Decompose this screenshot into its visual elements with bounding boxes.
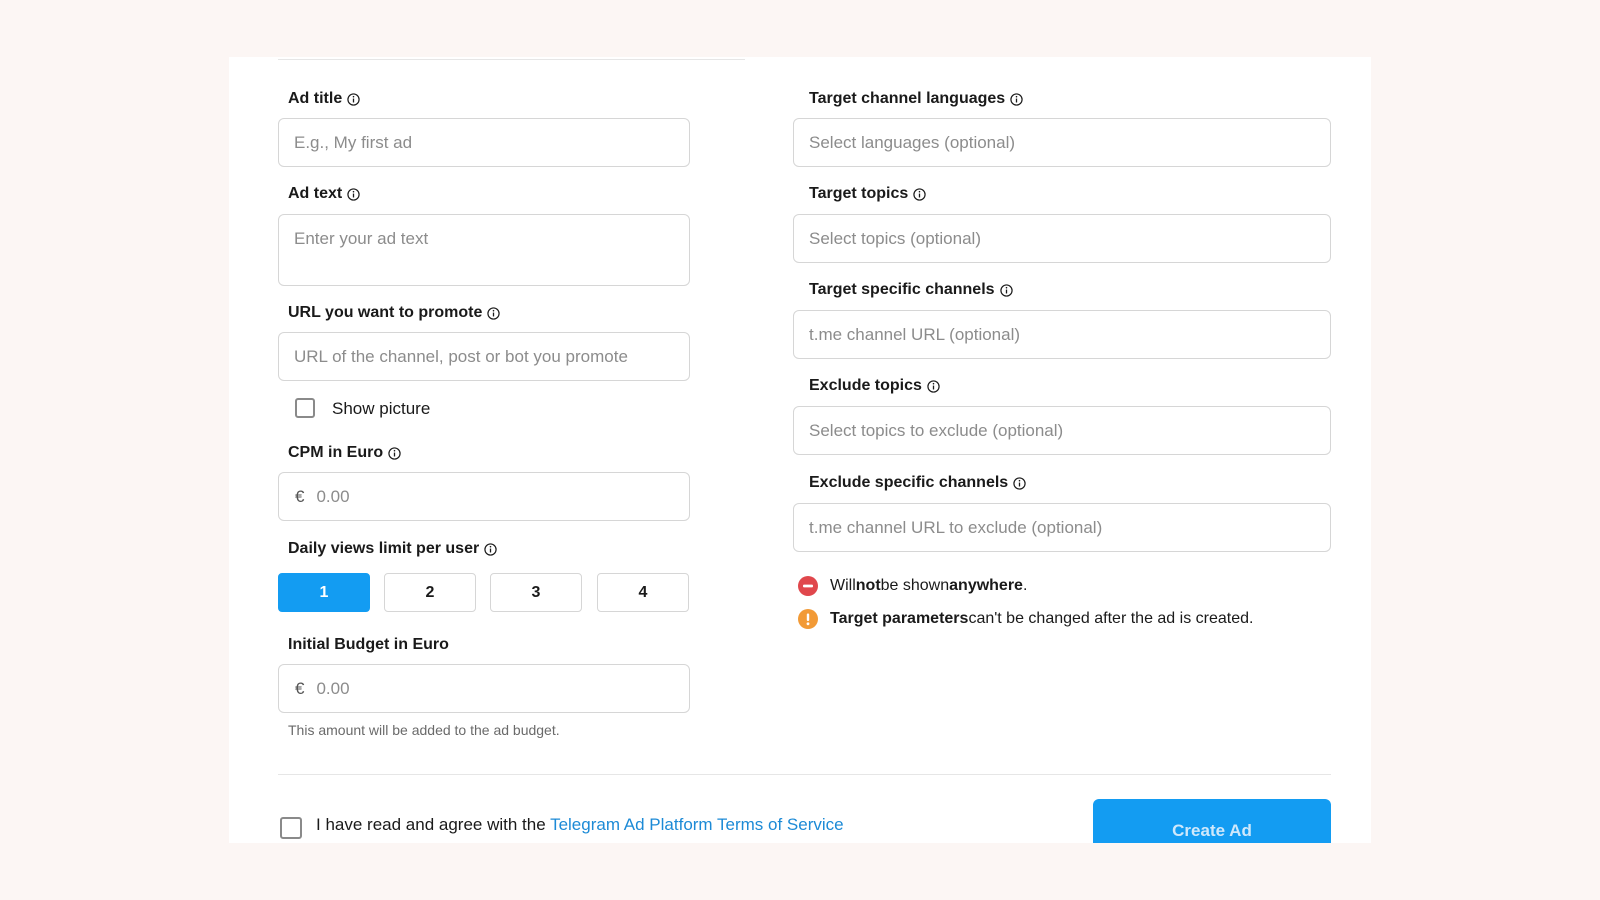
ad-title-label: Ad title (288, 90, 360, 108)
notice-1-part2: not (855, 577, 881, 594)
info-icon[interactable] (484, 542, 497, 556)
channels-label-text: Target specific channels (809, 281, 995, 298)
url-label: URL you want to promote (288, 304, 501, 322)
info-icon[interactable] (927, 379, 940, 393)
create-ad-label: Create Ad (1172, 821, 1252, 840)
tos-text: I have read and agree with the Telegram … (316, 815, 844, 835)
show-picture-label[interactable]: Show picture (332, 399, 430, 419)
top-divider (278, 59, 745, 60)
daily-views-option-4[interactable]: 4 (597, 573, 689, 612)
info-icon[interactable] (1010, 92, 1023, 106)
topics-label: Target topics (809, 185, 926, 203)
daily-views-option-1[interactable]: 1 (278, 573, 370, 612)
ad-text-label-text: Ad text (288, 185, 343, 202)
url-label-text: URL you want to promote (288, 304, 483, 321)
exclude-channels-label-text: Exclude specific channels (809, 474, 1009, 491)
notice-1-part1: Will (830, 577, 856, 594)
create-ad-button[interactable]: Create Ad (1093, 799, 1331, 843)
info-icon[interactable] (999, 283, 1013, 297)
channels-input[interactable] (793, 310, 1331, 359)
cpm-field[interactable]: € (278, 472, 690, 521)
budget-label-text: Initial Budget in Euro (288, 636, 449, 653)
exclude-channels-input[interactable] (793, 503, 1331, 552)
cpm-label: CPM in Euro (288, 444, 401, 462)
ad-text-input[interactable] (278, 214, 690, 286)
tos-link[interactable]: Telegram Ad Platform Terms of Service (550, 815, 844, 834)
budget-label: Initial Budget in Euro (288, 636, 449, 654)
show-picture-checkbox[interactable] (295, 398, 315, 418)
info-icon[interactable] (388, 446, 401, 460)
visibility-notice: Will not be shown anywhere. (798, 576, 1027, 596)
notice-2-part1: Target parameters (830, 610, 969, 627)
budget-field[interactable]: € (278, 664, 690, 713)
cpm-input[interactable] (314, 485, 689, 508)
channels-label: Target specific channels (809, 281, 1013, 299)
daily-views-label: Daily views limit per user (288, 540, 497, 558)
euro-prefix: € (295, 678, 305, 698)
exclude-topics-label: Exclude topics (809, 377, 940, 395)
target-warning-notice: Target parameters can't be changed after… (798, 609, 1253, 629)
info-icon[interactable] (487, 306, 501, 320)
ad-form-card: Ad title Ad text URL you want to promote… (229, 57, 1371, 843)
exclamation-circle-icon (798, 609, 818, 629)
notice-1-part5: . (1022, 577, 1028, 594)
bottom-divider (278, 774, 1331, 775)
minus-circle-icon (798, 576, 818, 596)
exclude-topics-label-text: Exclude topics (809, 377, 922, 394)
languages-label-text: Target channel languages (809, 90, 1006, 107)
ad-text-label: Ad text (288, 185, 360, 203)
daily-views-option-3[interactable]: 3 (490, 573, 582, 612)
notice-2-part2: can't be changed after the ad is created… (968, 610, 1254, 627)
budget-input[interactable] (314, 677, 689, 700)
info-icon[interactable] (347, 187, 360, 201)
languages-label: Target channel languages (809, 90, 1023, 108)
notice-1-part4: anywhere (949, 577, 1023, 594)
exclude-channels-label: Exclude specific channels (809, 474, 1026, 492)
euro-prefix: € (295, 486, 305, 506)
daily-views-label-text: Daily views limit per user (288, 540, 480, 557)
exclude-topics-select[interactable] (793, 406, 1331, 455)
url-input[interactable] (278, 332, 690, 381)
ad-title-label-text: Ad title (288, 90, 343, 107)
topics-select[interactable] (793, 214, 1331, 263)
daily-views-option-2[interactable]: 2 (384, 573, 476, 612)
tos-checkbox[interactable] (280, 817, 302, 839)
languages-select[interactable] (793, 118, 1331, 167)
info-icon[interactable] (913, 187, 926, 201)
ad-title-input[interactable] (278, 118, 690, 167)
info-icon[interactable] (347, 92, 360, 106)
notice-1-part3: be shown (880, 577, 950, 594)
cpm-label-text: CPM in Euro (288, 444, 384, 461)
tos-prefix: I have read and agree with the (316, 815, 551, 834)
info-icon[interactable] (1013, 476, 1026, 490)
topics-label-text: Target topics (809, 185, 909, 202)
budget-hint: This amount will be added to the ad budg… (288, 722, 560, 738)
